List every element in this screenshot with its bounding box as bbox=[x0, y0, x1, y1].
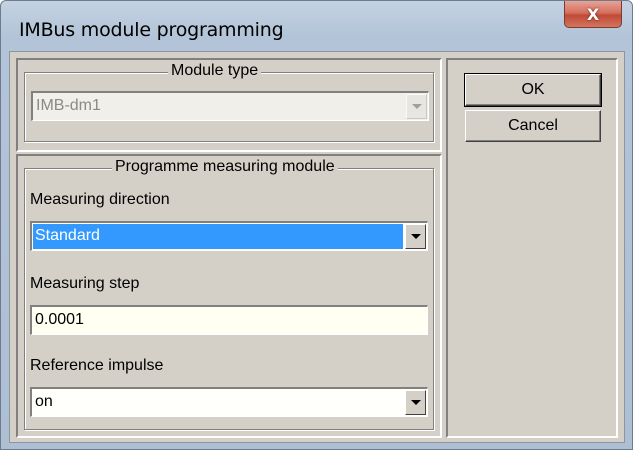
module-type-legend: Module type bbox=[168, 62, 262, 80]
programme-group: Programme measuring module Measuring dir… bbox=[24, 158, 434, 430]
ok-button[interactable]: OK bbox=[464, 73, 602, 107]
measuring-direction-label: Measuring direction bbox=[30, 191, 170, 208]
module-type-pane: Module type IMB-dm1 bbox=[16, 58, 442, 152]
close-button[interactable]: X bbox=[564, 1, 622, 28]
dialog-client-area: Module type IMB-dm1 Programme measuring … bbox=[9, 51, 625, 443]
reference-impulse-dropdown-button[interactable] bbox=[405, 390, 426, 415]
measuring-direction-value: Standard bbox=[35, 227, 100, 244]
window-title: IMBus module programming bbox=[19, 19, 284, 41]
reference-impulse-label: Reference impulse bbox=[30, 357, 164, 374]
measuring-direction-select[interactable]: Standard bbox=[30, 221, 428, 251]
programme-legend: Programme measuring module bbox=[112, 158, 338, 176]
chevron-down-icon bbox=[410, 400, 421, 405]
module-type-value: IMB-dm1 bbox=[36, 97, 101, 114]
reference-impulse-select[interactable]: on bbox=[30, 387, 428, 417]
chevron-down-icon bbox=[411, 104, 422, 109]
module-type-dropdown-button bbox=[406, 94, 427, 119]
measuring-step-input[interactable]: 0.0001 bbox=[30, 305, 428, 335]
measuring-step-value: 0.0001 bbox=[35, 311, 84, 328]
module-type-select: IMB-dm1 bbox=[31, 91, 429, 121]
dialog-window: IMBus module programming X Module type I… bbox=[0, 0, 633, 450]
module-type-group: Module type IMB-dm1 bbox=[24, 62, 434, 142]
programme-pane: Programme measuring module Measuring dir… bbox=[16, 154, 442, 438]
measuring-step-label: Measuring step bbox=[30, 275, 140, 292]
title-bar[interactable]: IMBus module programming X bbox=[1, 1, 632, 51]
reference-impulse-value: on bbox=[35, 393, 53, 410]
measuring-direction-dropdown-button[interactable] bbox=[405, 224, 426, 249]
buttons-pane: OK Cancel bbox=[446, 58, 618, 438]
cancel-button[interactable]: Cancel bbox=[465, 110, 601, 142]
close-icon: X bbox=[586, 4, 600, 24]
chevron-down-icon bbox=[410, 234, 421, 239]
